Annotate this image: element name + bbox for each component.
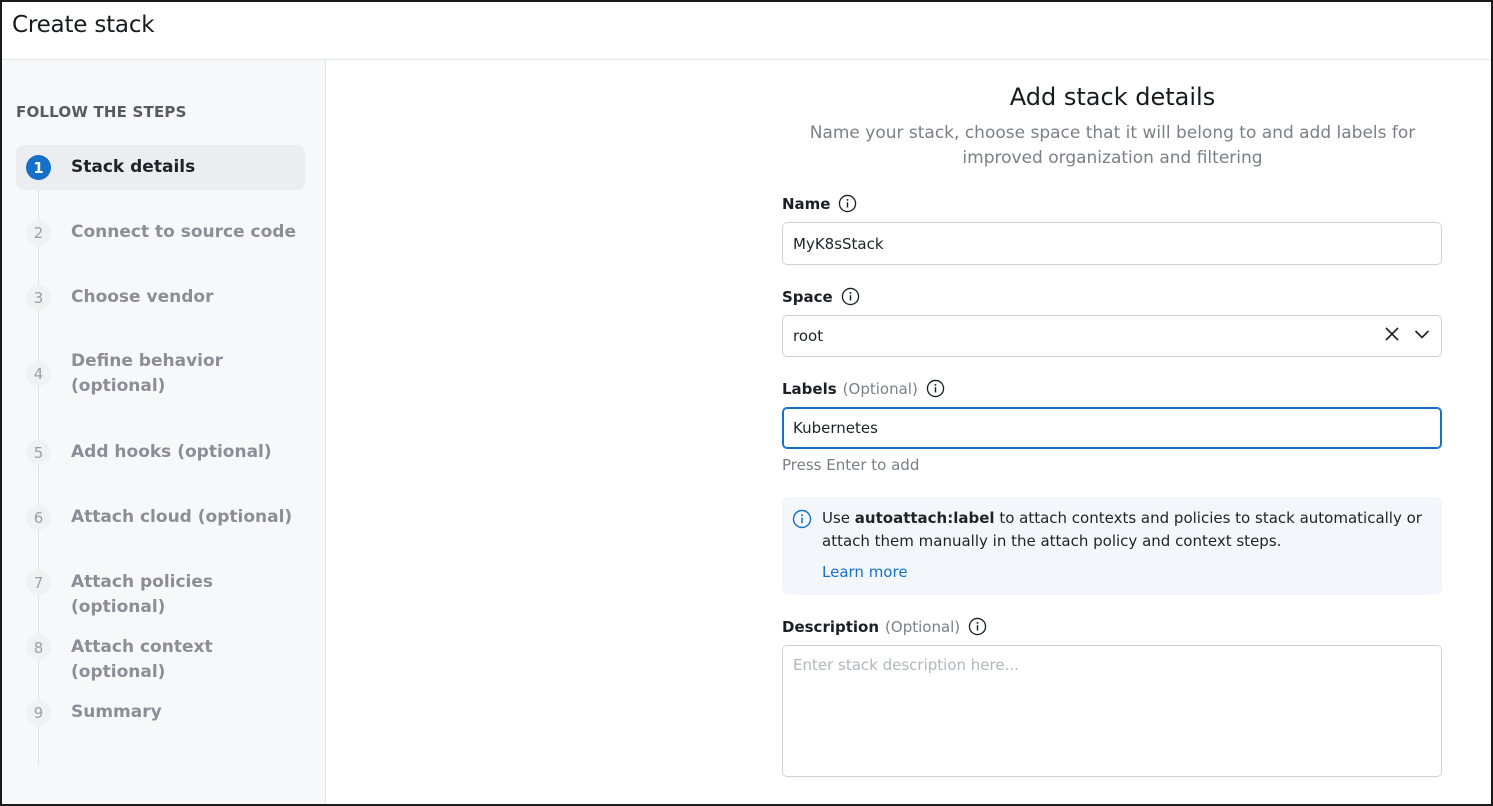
step-define-behavior[interactable]: 4 Define behavior (optional) xyxy=(16,343,305,405)
space-select-value: root xyxy=(793,327,824,345)
description-placeholder: Enter stack description here... xyxy=(793,656,1019,674)
step-number: 3 xyxy=(26,285,51,310)
steps-connector-line xyxy=(38,185,39,765)
info-icon[interactable] xyxy=(968,617,987,636)
labels-input[interactable]: Kubernetes xyxy=(782,407,1442,449)
step-attach-context[interactable]: 8 Attach context (optional) xyxy=(16,625,305,682)
name-input[interactable]: MyK8sStack xyxy=(782,222,1442,265)
callout-prefix: Use xyxy=(822,509,855,527)
space-label-row: Space xyxy=(782,287,860,306)
step-label: Attach context (optional) xyxy=(71,637,213,682)
step-label: Add hooks (optional) xyxy=(71,442,272,462)
description-textarea[interactable]: Enter stack description here... xyxy=(782,645,1442,777)
name-label: Name xyxy=(782,194,831,213)
step-attach-policies[interactable]: 7 Attach policies (optional) xyxy=(16,560,305,617)
info-icon xyxy=(792,509,812,529)
learn-more-link[interactable]: Learn more xyxy=(822,563,908,581)
labels-hint: Press Enter to add xyxy=(782,456,920,474)
main-content: Add stack details Name your stack, choos… xyxy=(327,60,1491,804)
callout-text: Use autoattach:label to attach contexts … xyxy=(822,507,1422,553)
create-stack-window: Create stack FOLLOW THE STEPS 1 Stack de… xyxy=(0,0,1493,806)
step-label: Summary xyxy=(71,702,162,722)
info-icon[interactable] xyxy=(926,379,945,398)
step-label: Choose vendor xyxy=(71,287,214,307)
step-number: 7 xyxy=(26,570,51,595)
labels-input-value: Kubernetes xyxy=(793,419,878,437)
page-title: Create stack xyxy=(12,12,155,38)
step-label: Attach policies (optional) xyxy=(71,572,214,617)
description-optional: (Optional) xyxy=(885,617,961,636)
step-label: Define behavior (optional) xyxy=(71,351,224,396)
step-label: Attach cloud (optional) xyxy=(71,507,293,527)
step-number: 8 xyxy=(26,635,51,660)
autoattach-callout: Use autoattach:label to attach contexts … xyxy=(782,497,1442,595)
description-label-row: Description (Optional) xyxy=(782,617,987,636)
info-icon[interactable] xyxy=(838,194,857,213)
step-stack-details[interactable]: 1 Stack details xyxy=(16,145,305,190)
step-add-hooks[interactable]: 5 Add hooks (optional) xyxy=(16,430,305,475)
name-input-value: MyK8sStack xyxy=(793,234,884,253)
step-choose-vendor[interactable]: 3 Choose vendor xyxy=(16,275,305,320)
form-title: Add stack details xyxy=(1009,83,1216,111)
space-label: Space xyxy=(782,287,833,306)
step-number: 5 xyxy=(26,440,51,465)
step-summary[interactable]: 9 Summary xyxy=(16,690,305,735)
labels-optional: (Optional) xyxy=(842,379,918,398)
labels-label-row: Labels (Optional) xyxy=(782,379,945,398)
step-number: 2 xyxy=(26,220,51,245)
info-icon[interactable] xyxy=(841,287,860,306)
step-label: Connect to source code xyxy=(71,222,297,242)
description-label: Description xyxy=(782,617,880,636)
form-subtitle: Name your stack, choose space that it wi… xyxy=(809,123,1416,168)
space-select[interactable]: root xyxy=(782,315,1442,357)
chevron-down-icon[interactable] xyxy=(1413,325,1431,347)
name-label-row: Name xyxy=(782,194,857,213)
step-attach-cloud[interactable]: 6 Attach cloud (optional) xyxy=(16,495,305,540)
step-number: 4 xyxy=(26,361,51,386)
step-number: 6 xyxy=(26,505,51,530)
steps-sidebar: FOLLOW THE STEPS 1 Stack details 2 Conne… xyxy=(2,60,326,804)
labels-label: Labels xyxy=(782,379,837,398)
clear-icon[interactable] xyxy=(1383,325,1401,347)
step-label: Stack details xyxy=(71,157,196,177)
step-number: 9 xyxy=(26,700,51,725)
step-connect-source-code[interactable]: 2 Connect to source code xyxy=(16,210,305,255)
callout-label-keyword: autoattach:label xyxy=(854,509,995,527)
select-actions xyxy=(1383,316,1431,356)
steps-title: FOLLOW THE STEPS xyxy=(16,103,187,121)
step-number: 1 xyxy=(26,155,51,180)
page-header: Create stack xyxy=(2,2,1491,60)
